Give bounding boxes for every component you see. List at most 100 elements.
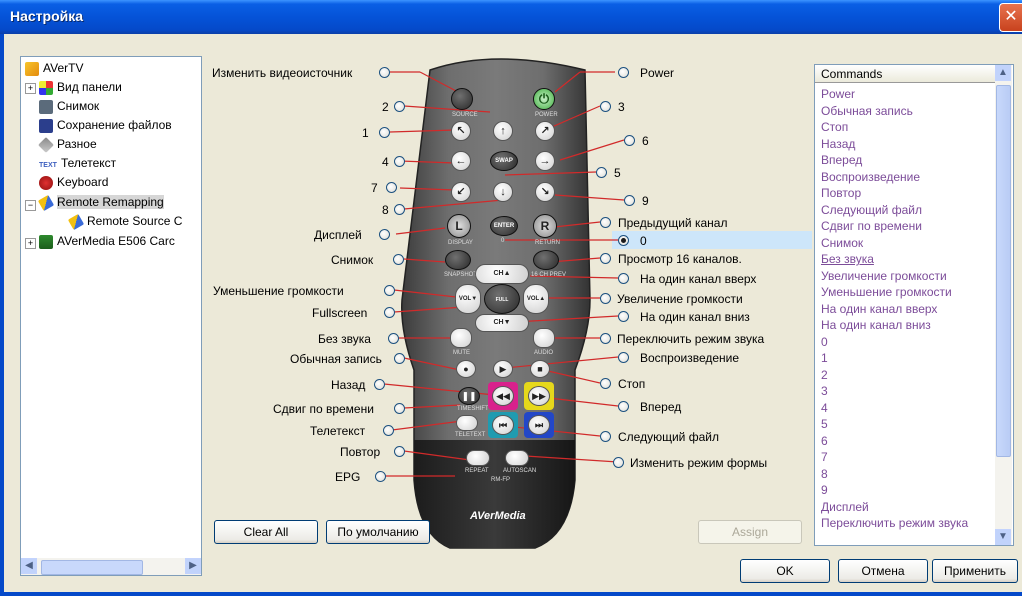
tree-item-misc[interactable]: Разное xyxy=(38,135,97,153)
radio-channel-down[interactable] xyxy=(618,311,629,322)
command-item[interactable]: Снимок xyxy=(821,236,863,250)
command-item[interactable]: Без звука xyxy=(821,252,874,266)
scroll-thumb[interactable] xyxy=(996,85,1011,457)
radio-audio-mode[interactable] xyxy=(600,333,611,344)
scroll-down-icon[interactable]: ▼ xyxy=(995,529,1011,545)
radio-teletext[interactable] xyxy=(383,425,394,436)
close-button[interactable]: ✕ xyxy=(999,3,1022,32)
command-item[interactable]: На один канал вниз xyxy=(821,318,931,332)
tree-item-teletext[interactable]: TEXT Телетекст xyxy=(39,154,116,172)
radio-digit-7[interactable] xyxy=(386,182,397,193)
radio-form-mode[interactable] xyxy=(613,457,624,468)
collapse-icon[interactable]: − xyxy=(25,200,36,211)
command-item[interactable]: Воспроизведение xyxy=(821,170,920,184)
command-item[interactable]: На один канал вверх xyxy=(821,302,937,316)
scroll-right-icon[interactable]: ▶ xyxy=(185,558,201,574)
ok-button[interactable]: OK xyxy=(740,559,830,583)
radio-digit-3[interactable] xyxy=(600,101,611,112)
scroll-left-icon[interactable]: ◀ xyxy=(21,558,37,574)
radio-fullscreen[interactable] xyxy=(384,307,395,318)
command-item[interactable]: 8 xyxy=(821,467,828,481)
radio-snapshot[interactable] xyxy=(393,254,404,265)
command-item[interactable]: Повтор xyxy=(821,186,861,200)
tree-item-avertv[interactable]: AVerTV xyxy=(25,59,83,77)
radio-preview-16[interactable] xyxy=(600,253,611,264)
command-item[interactable]: Стоп xyxy=(821,120,848,134)
radio-previous-channel[interactable] xyxy=(600,217,611,228)
command-item[interactable]: 3 xyxy=(821,384,828,398)
radio-digit-1[interactable] xyxy=(379,127,390,138)
command-item[interactable]: Сдвиг по времени xyxy=(821,219,922,233)
tree-item-avermedia-card[interactable]: AVerMedia E506 Carc xyxy=(39,232,175,250)
radio-record[interactable] xyxy=(394,353,405,364)
radio-timeshift[interactable] xyxy=(394,403,405,414)
tree-horizontal-scrollbar[interactable]: ◀ ▶ xyxy=(21,558,201,575)
expand-icon[interactable]: + xyxy=(25,83,36,94)
radio-volume-down[interactable] xyxy=(384,285,395,296)
tree-item-save-files[interactable]: Сохранение файлов xyxy=(39,116,172,134)
command-item[interactable]: 2 xyxy=(821,368,828,382)
remote-label-return: RETURN xyxy=(535,240,560,246)
defaults-button[interactable]: По умолчанию xyxy=(326,520,430,544)
radio-repeat[interactable] xyxy=(394,446,405,457)
radio-channel-up[interactable] xyxy=(618,273,629,284)
radio-next-file[interactable] xyxy=(600,431,611,442)
radio-stop[interactable] xyxy=(600,378,611,389)
command-item[interactable]: Увеличение громкости xyxy=(821,269,947,283)
command-item[interactable]: 5 xyxy=(821,417,828,431)
tree-item-snapshot[interactable]: Снимок xyxy=(39,97,99,115)
radio-power[interactable] xyxy=(618,67,629,78)
teletext-icon: TEXT xyxy=(39,161,57,169)
radio-digit-5[interactable] xyxy=(596,167,607,178)
command-item[interactable]: Обычная запись xyxy=(821,104,913,118)
command-item[interactable]: 4 xyxy=(821,401,828,415)
tree-item-remote-remapping[interactable]: Remote Remapping xyxy=(37,193,164,211)
commands-header[interactable]: Commands xyxy=(815,65,995,83)
cancel-button[interactable]: Отмена xyxy=(838,559,928,583)
scroll-thumb[interactable] xyxy=(41,560,143,575)
label-rewind: Назад xyxy=(331,378,366,392)
radio-digit-8[interactable] xyxy=(394,204,405,215)
radio-rewind[interactable] xyxy=(374,379,385,390)
radio-change-source[interactable] xyxy=(379,67,390,78)
settings-tree[interactable]: AVerTV + Вид панели Снимок Сохранение фа… xyxy=(20,56,202,576)
radio-digit-2[interactable] xyxy=(394,101,405,112)
command-item[interactable]: Следующий файл xyxy=(821,203,922,217)
radio-play[interactable] xyxy=(618,352,629,363)
radio-forward[interactable] xyxy=(618,401,629,412)
window-frame-bottom xyxy=(0,592,1022,596)
assign-button[interactable]: Assign xyxy=(698,520,802,544)
radio-digit-0[interactable] xyxy=(618,235,629,246)
clear-all-button[interactable]: Clear All xyxy=(214,520,318,544)
command-item[interactable]: Дисплей xyxy=(821,500,869,514)
command-item[interactable]: Вперед xyxy=(821,153,862,167)
label-change-source: Изменить видеоисточник xyxy=(212,66,353,80)
remote-source-button xyxy=(451,88,473,110)
remote-mute-button xyxy=(450,328,472,348)
radio-volume-up[interactable] xyxy=(600,293,611,304)
command-item[interactable]: 6 xyxy=(821,434,828,448)
radio-mute[interactable] xyxy=(388,333,399,344)
command-item[interactable]: 7 xyxy=(821,450,828,464)
expand-icon[interactable]: + xyxy=(25,238,36,249)
commands-scrollbar[interactable]: ▲ ▼ xyxy=(995,65,1012,545)
command-item[interactable]: Переключить режим звука xyxy=(821,516,968,530)
radio-digit-4[interactable] xyxy=(394,156,405,167)
radio-digit-6[interactable] xyxy=(624,135,635,146)
command-item[interactable]: Power xyxy=(821,87,855,101)
scroll-up-icon[interactable]: ▲ xyxy=(995,65,1011,81)
command-item[interactable]: 1 xyxy=(821,351,828,365)
command-item[interactable]: 0 xyxy=(821,335,828,349)
command-item[interactable]: 9 xyxy=(821,483,828,497)
tree-item-remote-source[interactable]: Remote Source C xyxy=(67,212,182,230)
tree-item-view-panel[interactable]: Вид панели xyxy=(39,78,122,96)
command-item[interactable]: Уменьшение громкости xyxy=(821,285,952,299)
radio-digit-9[interactable] xyxy=(624,195,635,206)
command-item[interactable]: Назад xyxy=(821,137,855,151)
radio-display[interactable] xyxy=(379,229,390,240)
commands-list[interactable]: Commands Power Обычная запись Стоп Назад Впе… xyxy=(814,64,1014,546)
apply-button[interactable]: Применить xyxy=(932,559,1018,583)
radio-epg[interactable] xyxy=(375,471,386,482)
tree-item-keyboard[interactable]: Keyboard xyxy=(39,173,108,191)
label-volume-up: Увеличение громкости xyxy=(617,292,743,306)
